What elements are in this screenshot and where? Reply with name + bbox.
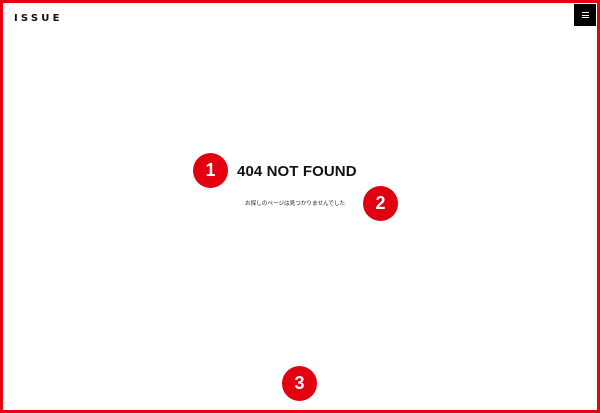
menu-button[interactable] <box>574 4 596 26</box>
site-logo[interactable]: ISSUE <box>14 13 63 24</box>
error-message: お探しのページは見つかりませんでした <box>245 201 346 207</box>
hamburger-menu-icon <box>581 12 589 18</box>
annotation-marker-1: 1 <box>193 153 228 188</box>
annotation-marker-3: 3 <box>282 366 317 401</box>
annotation-marker-2: 2 <box>363 186 398 221</box>
error-heading: 404 NOT FOUND <box>237 163 357 180</box>
